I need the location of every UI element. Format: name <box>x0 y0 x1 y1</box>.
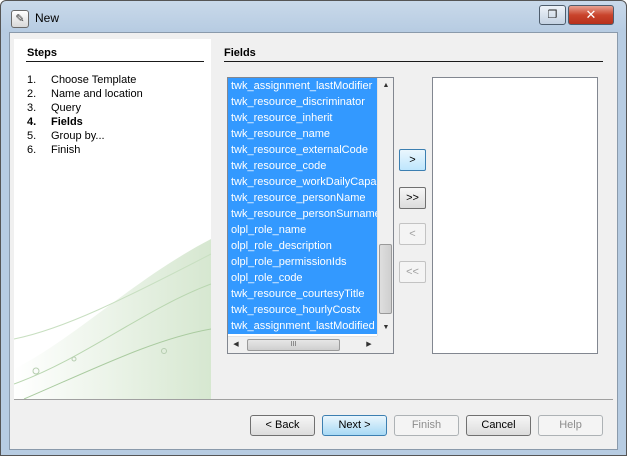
list-item[interactable]: twk_assignment_lastModifier <box>228 78 377 94</box>
available-fields-items[interactable]: twk_assignment_lastModifier twk_resource_… <box>228 78 377 336</box>
list-item[interactable]: olpl_role_permissionIds <box>228 254 377 270</box>
list-item[interactable]: twk_assignment_lastModified <box>228 318 377 334</box>
steps-list: 1. Choose Template 2. Name and location 3. Qu… <box>27 73 143 157</box>
step-label: Choose Template <box>51 74 137 86</box>
step-label: Name and location <box>51 88 143 100</box>
list-item[interactable]: twk_resource_workDailyCapac <box>228 174 377 190</box>
selected-fields-list[interactable] <box>432 77 598 354</box>
steps-panel: Steps 1. Choose Template 2. Name and locati… <box>14 39 211 399</box>
list-item[interactable]: olpl_role_description <box>228 238 377 254</box>
list-item[interactable]: olpl_role_code <box>228 270 377 286</box>
step-item: 1. Choose Template <box>27 73 143 87</box>
step-number: 5. <box>27 130 37 142</box>
vertical-scrollbar[interactable]: ▲ ▼ <box>377 78 393 336</box>
cancel-button[interactable]: Cancel <box>466 415 531 436</box>
step-item: 5. Group by... <box>27 129 143 143</box>
add-field-button[interactable]: > <box>399 149 426 171</box>
scrollbar-corner <box>377 336 393 353</box>
horizontal-scrollbar[interactable]: ◀ III ▶ <box>228 336 377 353</box>
add-all-fields-button[interactable]: >> <box>399 187 426 209</box>
step-label: Fields <box>51 116 83 128</box>
step-label: Finish <box>51 144 81 156</box>
available-fields-list[interactable]: twk_assignment_lastModifier twk_resource_… <box>227 77 394 354</box>
horizontal-scroll-thumb[interactable]: III <box>247 339 340 351</box>
remove-all-fields-button[interactable]: << <box>399 261 426 283</box>
scroll-left-icon[interactable]: ◀ <box>228 337 244 353</box>
list-item[interactable]: twk_resource_courtesyTitle <box>228 286 377 302</box>
step-number: 1. <box>27 74 37 86</box>
step-number: 6. <box>27 144 37 156</box>
list-item[interactable]: twk_resource_hourlyCostx <box>228 302 377 318</box>
step-item: 3. Query <box>27 101 143 115</box>
steps-heading: Steps <box>27 47 57 59</box>
finish-button[interactable]: Finish <box>394 415 459 436</box>
step-item: 4. Fields <box>27 115 143 129</box>
scroll-right-icon[interactable]: ▶ <box>361 337 377 353</box>
fields-divider <box>224 61 603 62</box>
back-button[interactable]: < Back <box>250 415 315 436</box>
list-item[interactable]: twk_resource_personSurname <box>228 206 377 222</box>
window-title: New <box>35 11 60 25</box>
bottom-separator <box>14 399 613 400</box>
vertical-scroll-thumb[interactable] <box>379 244 392 314</box>
wizard-client-area: Steps 1. Choose Template 2. Name and locati… <box>9 32 618 450</box>
remove-field-button[interactable]: < <box>399 223 426 245</box>
scroll-up-icon[interactable]: ▲ <box>378 78 393 94</box>
wizard-icon: ✎ <box>11 10 29 28</box>
scroll-down-icon[interactable]: ▼ <box>378 320 393 336</box>
step-label: Group by... <box>51 130 105 142</box>
next-button[interactable]: Next > <box>322 415 387 436</box>
list-item[interactable]: twk_resource_inherit <box>228 110 377 126</box>
step-item: 2. Name and location <box>27 87 143 101</box>
dialog-window: ✎ New ❐ ✕ Steps 1. Choose Template 2. Na… <box>0 0 627 456</box>
step-number: 2. <box>27 88 37 100</box>
title-bar[interactable]: ✎ New ❐ ✕ <box>1 1 626 35</box>
list-item[interactable]: twk_resource_externalCode <box>228 142 377 158</box>
step-number: 4. <box>27 116 37 128</box>
steps-divider <box>26 61 204 62</box>
list-item[interactable]: twk_resource_code <box>228 158 377 174</box>
step-label: Query <box>51 102 81 114</box>
fields-heading: Fields <box>224 47 256 59</box>
list-item[interactable]: twk_resource_personName <box>228 190 377 206</box>
list-item[interactable]: olpl_role_name <box>228 222 377 238</box>
help-button[interactable]: Help <box>538 415 603 436</box>
restore-button[interactable]: ❐ <box>539 5 566 25</box>
list-item[interactable]: twk_resource_discriminator <box>228 94 377 110</box>
step-number: 3. <box>27 102 37 114</box>
close-button[interactable]: ✕ <box>568 5 614 25</box>
list-item[interactable]: twk_resource_name <box>228 126 377 142</box>
step-item: 6. Finish <box>27 143 143 157</box>
